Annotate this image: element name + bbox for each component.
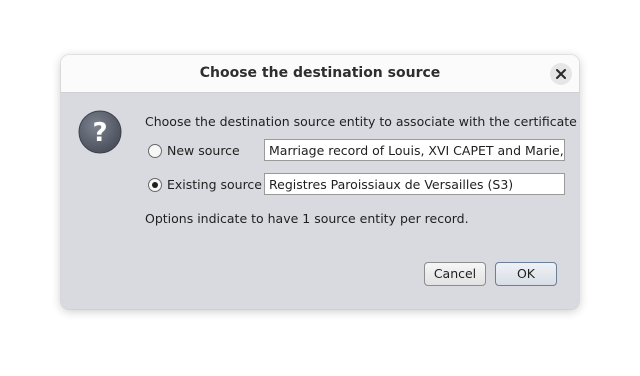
dialog-title: Choose the destination source [199, 65, 441, 81]
close-button[interactable] [550, 63, 572, 85]
new-source-label[interactable]: New source [167, 143, 240, 158]
choose-source-dialog: Choose the destination source ? Choose t… [61, 55, 579, 309]
svg-text:?: ? [92, 118, 107, 148]
title-bar[interactable]: Choose the destination source [61, 55, 579, 93]
question-icon: ? [78, 110, 122, 154]
ok-button[interactable]: OK [495, 262, 557, 286]
new-source-field[interactable]: Marriage record of Louis, XVI CAPET and … [264, 139, 565, 161]
existing-source-field[interactable]: Registres Paroissiaux de Versailles (S3) [264, 173, 565, 195]
dialog-prompt: Choose the destination source entity to … [145, 114, 577, 129]
close-icon [556, 69, 566, 79]
new-source-radio[interactable] [148, 144, 162, 158]
cancel-button[interactable]: Cancel [424, 262, 486, 286]
existing-source-label[interactable]: Existing source [167, 177, 262, 192]
options-note: Options indicate to have 1 source entity… [145, 211, 469, 226]
existing-source-radio[interactable] [148, 178, 162, 192]
